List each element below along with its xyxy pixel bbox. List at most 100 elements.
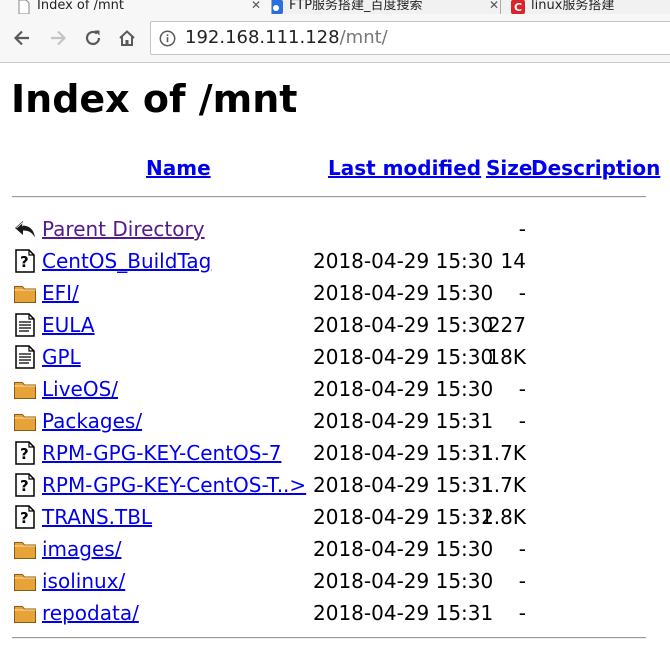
last-modified: 2018-04-29 15:30 xyxy=(313,281,494,305)
arrow-left-icon xyxy=(13,30,29,46)
home-icon xyxy=(119,30,135,46)
file-row: isolinux/2018-04-29 15:30- xyxy=(0,565,670,597)
svg-text:?: ? xyxy=(20,509,29,527)
directory-listing-page: Index of /mnt Name Last modified Size De… xyxy=(0,63,670,650)
url-text: 192.168.111.128/mnt/ xyxy=(185,27,388,49)
file-link[interactable]: EFI/ xyxy=(42,281,79,305)
forward-button[interactable] xyxy=(46,26,70,50)
browser-toolbar: 192.168.111.128/mnt/ xyxy=(0,14,670,63)
file-link[interactable]: TRANS.TBL xyxy=(42,505,152,529)
file-size: - xyxy=(518,537,526,561)
tab-linux-service[interactable]: C linux服务搭建 xyxy=(500,0,670,14)
file-link[interactable]: EULA xyxy=(42,313,95,337)
file-row: ? TRANS.TBL 2018-04-29 15:31 2.8K xyxy=(0,501,670,533)
file-link[interactable]: GPL xyxy=(42,345,81,369)
tab-index-of-mnt[interactable]: Index of /mnt ✕ xyxy=(0,0,272,14)
last-modified: 2018-04-29 15:30 xyxy=(313,313,494,337)
tab-label: linux服务搭建 xyxy=(531,0,615,13)
file-row: ? RPM-GPG-KEY-CentOS-7 2018-04-29 15:31 1.7… xyxy=(0,437,670,469)
reload-button[interactable] xyxy=(81,26,105,50)
last-modified: 2018-04-29 15:30 xyxy=(313,569,494,593)
tab-strip: Index of /mnt ✕ FTP服务搭建_百度搜索 ✕ C linux服务… xyxy=(0,0,670,14)
file-link[interactable]: repodata/ xyxy=(42,601,139,625)
folder-icon xyxy=(13,569,37,593)
parent-directory-row: Parent Directory - xyxy=(0,213,670,245)
file-link[interactable]: images/ xyxy=(42,537,121,561)
file-link[interactable]: isolinux/ xyxy=(42,569,125,593)
file-size: 2.8K xyxy=(481,505,526,529)
file-row: LiveOS/2018-04-29 15:30- xyxy=(0,373,670,405)
text-file-icon xyxy=(13,313,37,337)
svg-text:?: ? xyxy=(20,253,29,271)
close-icon[interactable]: ✕ xyxy=(251,0,261,13)
file-link[interactable]: LiveOS/ xyxy=(42,377,118,401)
folder-icon xyxy=(13,281,37,305)
file-size: - xyxy=(518,217,526,241)
url-host: 192.168.111.128 xyxy=(185,27,340,48)
file-size: - xyxy=(518,281,526,305)
csdn-c-icon: C xyxy=(511,0,525,14)
back-icon xyxy=(13,217,37,241)
folder-icon xyxy=(13,601,37,625)
folder-icon xyxy=(13,409,37,433)
file-size: 18K xyxy=(487,345,526,369)
file-link[interactable]: CentOS_BuildTag xyxy=(42,249,211,273)
tab-baidu-search[interactable]: FTP服务搭建_百度搜索 ✕ xyxy=(258,0,510,14)
text-file-icon xyxy=(13,345,37,369)
last-modified: 2018-04-29 15:31 xyxy=(313,409,494,433)
last-modified: 2018-04-29 15:31 xyxy=(313,473,494,497)
svg-text:C: C xyxy=(514,1,522,14)
file-row: ? CentOS_BuildTag 2018-04-29 15:30 14 xyxy=(0,245,670,277)
last-modified: 2018-04-29 15:31 xyxy=(313,441,494,465)
last-modified: 2018-04-29 15:30 xyxy=(313,537,494,561)
footer-divider xyxy=(12,637,646,639)
file-row: Packages/2018-04-29 15:31- xyxy=(0,405,670,437)
file-link[interactable]: Packages/ xyxy=(42,409,142,433)
file-size: 1.7K xyxy=(481,473,526,497)
sort-by-modified-link[interactable]: Last modified xyxy=(328,156,481,180)
last-modified: 2018-04-29 15:30 xyxy=(313,345,494,369)
file-link[interactable]: RPM-GPG-KEY-CentOS-T..> xyxy=(42,473,306,497)
file-size: - xyxy=(518,377,526,401)
sort-by-description-link[interactable]: Description xyxy=(531,156,660,180)
last-modified: 2018-04-29 15:30 xyxy=(313,249,494,273)
file-row: EULA 2018-04-29 15:30 227 xyxy=(0,309,670,341)
file-row: ? RPM-GPG-KEY-CentOS-T..> 2018-04-29 15:31… xyxy=(0,469,670,501)
last-modified: 2018-04-29 15:30 xyxy=(313,377,494,401)
file-row: GPL 2018-04-29 15:30 18K xyxy=(0,341,670,373)
back-button[interactable] xyxy=(10,26,34,50)
tab-label: FTP服务搭建_百度搜索 xyxy=(289,0,423,13)
unknown-file-icon: ? xyxy=(13,473,37,497)
unknown-file-icon: ? xyxy=(13,505,37,529)
home-button[interactable] xyxy=(115,26,139,50)
file-size: 14 xyxy=(500,249,526,273)
unknown-file-icon: ? xyxy=(13,441,37,465)
file-row: EFI/2018-04-29 15:30- xyxy=(0,277,670,309)
address-bar[interactable]: 192.168.111.128/mnt/ xyxy=(150,21,670,55)
file-row: images/2018-04-29 15:30- xyxy=(0,533,670,565)
arrow-right-icon xyxy=(51,30,67,46)
file-link[interactable]: RPM-GPG-KEY-CentOS-7 xyxy=(42,441,281,465)
svg-text:?: ? xyxy=(20,445,29,463)
header-divider xyxy=(12,196,646,198)
sort-by-name-link[interactable]: Name xyxy=(146,156,211,180)
tab-label: Index of /mnt xyxy=(37,0,124,13)
last-modified: 2018-04-29 15:31 xyxy=(313,505,494,529)
close-icon[interactable]: ✕ xyxy=(489,0,499,13)
file-size: 227 xyxy=(487,313,526,337)
file-size: - xyxy=(518,601,526,625)
info-icon[interactable] xyxy=(159,30,176,51)
unknown-file-icon: ? xyxy=(13,249,37,273)
sort-by-size-link[interactable]: Size xyxy=(486,156,532,180)
svg-text:?: ? xyxy=(20,477,29,495)
file-size: - xyxy=(518,569,526,593)
page-title: Index of /mnt xyxy=(11,77,298,121)
file-size: - xyxy=(518,409,526,433)
reload-icon xyxy=(85,30,101,46)
page-icon xyxy=(17,0,31,14)
parent-directory-link[interactable]: Parent Directory xyxy=(42,217,205,241)
file-size: 1.7K xyxy=(481,441,526,465)
last-modified: 2018-04-29 15:31 xyxy=(313,601,494,625)
folder-icon xyxy=(13,537,37,561)
file-row: repodata/2018-04-29 15:31- xyxy=(0,597,670,629)
